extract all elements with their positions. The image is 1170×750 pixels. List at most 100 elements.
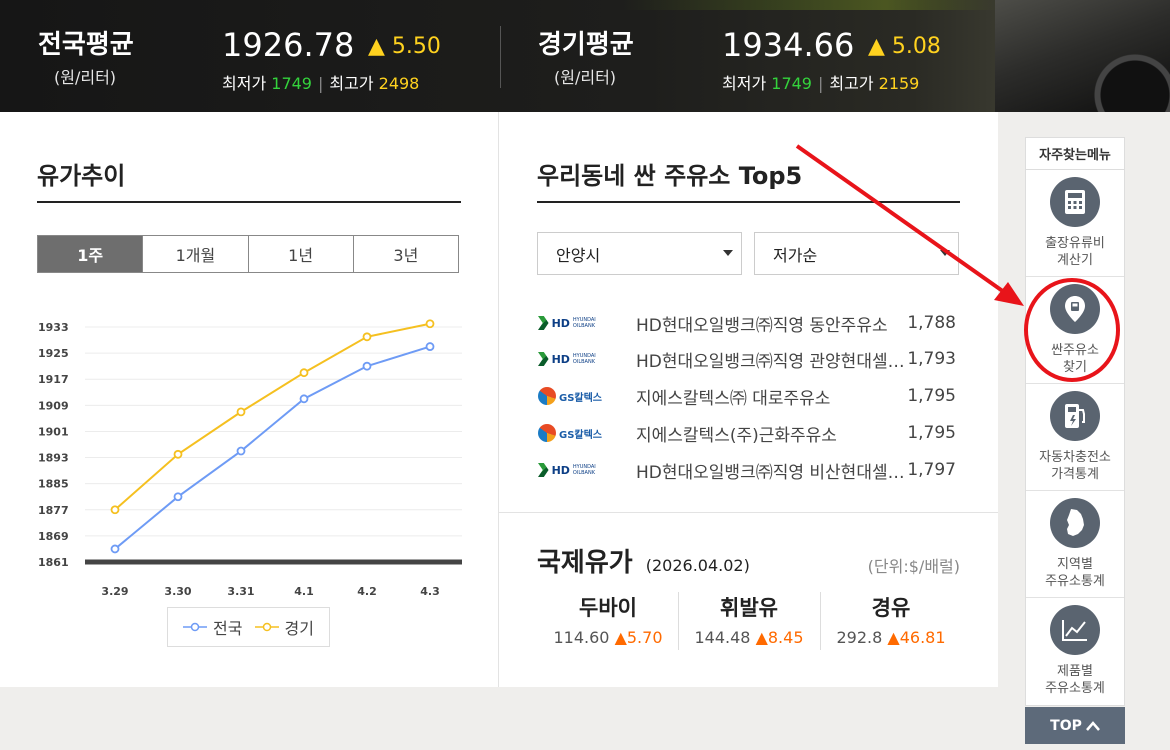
trend-title-rule — [37, 201, 461, 203]
oil-price: 144.48 — [694, 628, 751, 647]
legend-marker-national — [183, 622, 208, 632]
up-triangle-icon: ▲ — [868, 34, 885, 59]
calculator-icon — [1050, 177, 1100, 227]
oil-item-gasoline: 휘발유 144.48 ▲8.45 — [678, 592, 820, 652]
legend-label-gyeonggi: 경기 — [284, 619, 314, 638]
x-tick-label: 4.3 — [420, 585, 440, 598]
station-row[interactable]: HDHYUNDAI OILBANK HD현대오일뱅크㈜직영 비산현대셀프주유소1,… — [538, 457, 958, 483]
oil-price: 114.60 — [553, 628, 610, 647]
data-point — [425, 342, 435, 351]
gs-caltex-logo-icon: GS칼텍스 — [538, 423, 608, 443]
y-tick-label: 1909 — [38, 399, 69, 412]
gyeonggi-min-label: 최저가 — [722, 74, 767, 93]
scroll-top-button[interactable]: TOP — [1025, 707, 1125, 744]
hyundai-oilbank-logo-icon: HD HYUNDAI OILBANK — [538, 349, 608, 369]
legend-item-national: 전국 — [183, 615, 243, 639]
tab-1year[interactable]: 1년 — [247, 236, 353, 272]
top5-title: 우리동네 싼 주유소 Top5 — [537, 162, 803, 190]
region-select[interactable]: 안양시 — [537, 232, 742, 275]
oil-price: 292.8 — [836, 628, 883, 647]
data-point — [173, 492, 183, 502]
national-min-value: 1749 — [271, 74, 312, 93]
national-min-label: 최저가 — [222, 74, 267, 93]
location-pin-icon — [1050, 284, 1100, 334]
data-point — [299, 394, 309, 404]
up-triangle-icon: ▲ — [755, 628, 768, 647]
national-average-unit: (원/리터) — [54, 68, 117, 87]
oil-title: 국제유가 (2026.04.02) — [537, 542, 750, 579]
station-price: 1,795 — [907, 386, 956, 406]
top-button-label: TOP — [1050, 717, 1082, 734]
quick-item-label: 싼주유소 찾기 — [1051, 343, 1099, 375]
quick-item-regional-stats[interactable]: 지역별 주유소통계 — [1026, 491, 1124, 598]
station-name[interactable]: 지에스칼텍스㈜ 대로주유소 — [636, 384, 908, 409]
korea-map-icon — [1050, 498, 1100, 548]
gyeonggi-min-max: 최저가 1749 | 최고가 2159 — [722, 74, 920, 93]
quick-item-ev-charging[interactable]: 자동차충전소 가격통계 — [1026, 384, 1124, 491]
national-average-title: 전국평균 — [38, 30, 134, 60]
tab-1month[interactable]: 1개월 — [142, 236, 247, 272]
y-tick-label: 1861 — [38, 556, 69, 569]
station-price: 1,793 — [907, 349, 956, 369]
hyundai-oilbank-logo-icon: HD HYUNDAI OILBANK — [538, 460, 608, 480]
station-name[interactable]: HD현대오일뱅크㈜직영 비산현대셀프주유소 — [636, 458, 908, 483]
quick-menu-title: 자주찾는메뉴 — [1026, 138, 1124, 170]
quick-item-label: 자동차충전소 가격통계 — [1039, 450, 1111, 482]
gyeonggi-max-label: 최고가 — [829, 74, 874, 93]
quick-item-cheap-station[interactable]: 싼주유소 찾기 — [1026, 277, 1124, 384]
quick-item-label: 출장유류비 계산기 — [1045, 236, 1105, 268]
price-trend-chart: 1861 1869 1877 1885 1893 1901 1909 1917 1925 1933… — [38, 319, 462, 598]
main-panel: 유가추이 1주 1개월 1년 3년 1861 1869 1877 1885 1893 19… — [0, 112, 998, 687]
y-tick-label: 1893 — [38, 452, 69, 465]
station-price: 1,797 — [907, 460, 956, 480]
up-triangle-icon: ▲ — [887, 628, 900, 647]
tab-3year[interactable]: 3년 — [352, 236, 458, 272]
y-tick-label: 1901 — [38, 425, 69, 438]
station-row[interactable]: GS칼텍스 지에스칼텍스(주)근화주유소 1,795 — [538, 420, 958, 446]
quick-item-label: 제품별 주유소통계 — [1045, 664, 1105, 696]
gyeonggi-average-unit: (원/리터) — [554, 68, 617, 87]
region-select-value: 안양시 — [556, 245, 601, 265]
legend-marker-gyeonggi — [254, 622, 279, 632]
oil-title-text: 국제유가 — [537, 548, 633, 578]
station-price: 1,795 — [907, 423, 956, 443]
oil-values: 144.48 ▲8.45 — [678, 628, 820, 647]
chevron-down-icon — [940, 250, 950, 256]
y-tick-label: 1917 — [38, 373, 69, 386]
quick-item-label: 지역별 주유소통계 — [1045, 557, 1105, 589]
tab-1week[interactable]: 1주 — [38, 236, 143, 272]
gs-caltex-logo-icon: GS칼텍스 — [538, 386, 608, 406]
price-banner: 전국평균 (원/리터) 1926.78 ▲ 5.50 최저가 1749 | 최고가 … — [0, 0, 1170, 112]
gyeonggi-max-value: 2159 — [878, 74, 920, 93]
section-divider — [499, 512, 998, 513]
data-point — [236, 407, 246, 417]
station-row[interactable]: GS칼텍스 지에스칼텍스㈜ 대로주유소 1,795 — [538, 383, 958, 409]
top5-title-rule — [537, 201, 960, 203]
station-row[interactable]: HDHYUNDAI OILBANK HD현대오일뱅크㈜직영 관양현대셀프주유소1,… — [538, 346, 958, 372]
national-average-change: ▲ 5.50 — [368, 34, 441, 59]
station-price: 1,788 — [907, 313, 956, 333]
oil-change: 46.81 — [899, 628, 946, 647]
station-row[interactable]: HD HYUNDAI OILBANK HD현대오일뱅크㈜직영 동안주유소 1,788 — [538, 310, 958, 336]
chevron-up-icon — [1085, 720, 1100, 731]
oil-values: 292.8 ▲46.81 — [820, 628, 962, 647]
sort-select[interactable]: 저가순 — [754, 232, 959, 275]
hyundai-oilbank-logo-icon: HD HYUNDAI OILBANK — [538, 313, 608, 333]
data-point — [425, 319, 435, 329]
oil-date: (2026.04.02) — [645, 556, 750, 575]
station-name[interactable]: 지에스칼텍스(주)근화주유소 — [636, 421, 908, 446]
quick-item-fuel-calculator[interactable]: 출장유류비 계산기 — [1026, 170, 1124, 277]
quick-item-product-stats[interactable]: 제품별 주유소통계 — [1026, 598, 1124, 705]
line-chart-icon — [1050, 605, 1100, 655]
station-name[interactable]: HD현대오일뱅크㈜직영 동안주유소 — [636, 311, 908, 336]
oil-values: 114.60 ▲5.70 — [537, 628, 679, 647]
data-point — [110, 505, 120, 515]
x-tick-label: 3.30 — [164, 585, 191, 598]
chart-legend: 전국 경기 — [167, 607, 330, 647]
data-point — [173, 449, 183, 459]
gyeonggi-change-value: 5.08 — [891, 34, 941, 59]
station-name[interactable]: HD현대오일뱅크㈜직영 관양현대셀프주유소 — [636, 347, 908, 372]
oil-change: 5.70 — [626, 628, 663, 647]
national-max-label: 최고가 — [329, 74, 374, 93]
gyeonggi-average-value: 1934.66 — [722, 26, 855, 64]
